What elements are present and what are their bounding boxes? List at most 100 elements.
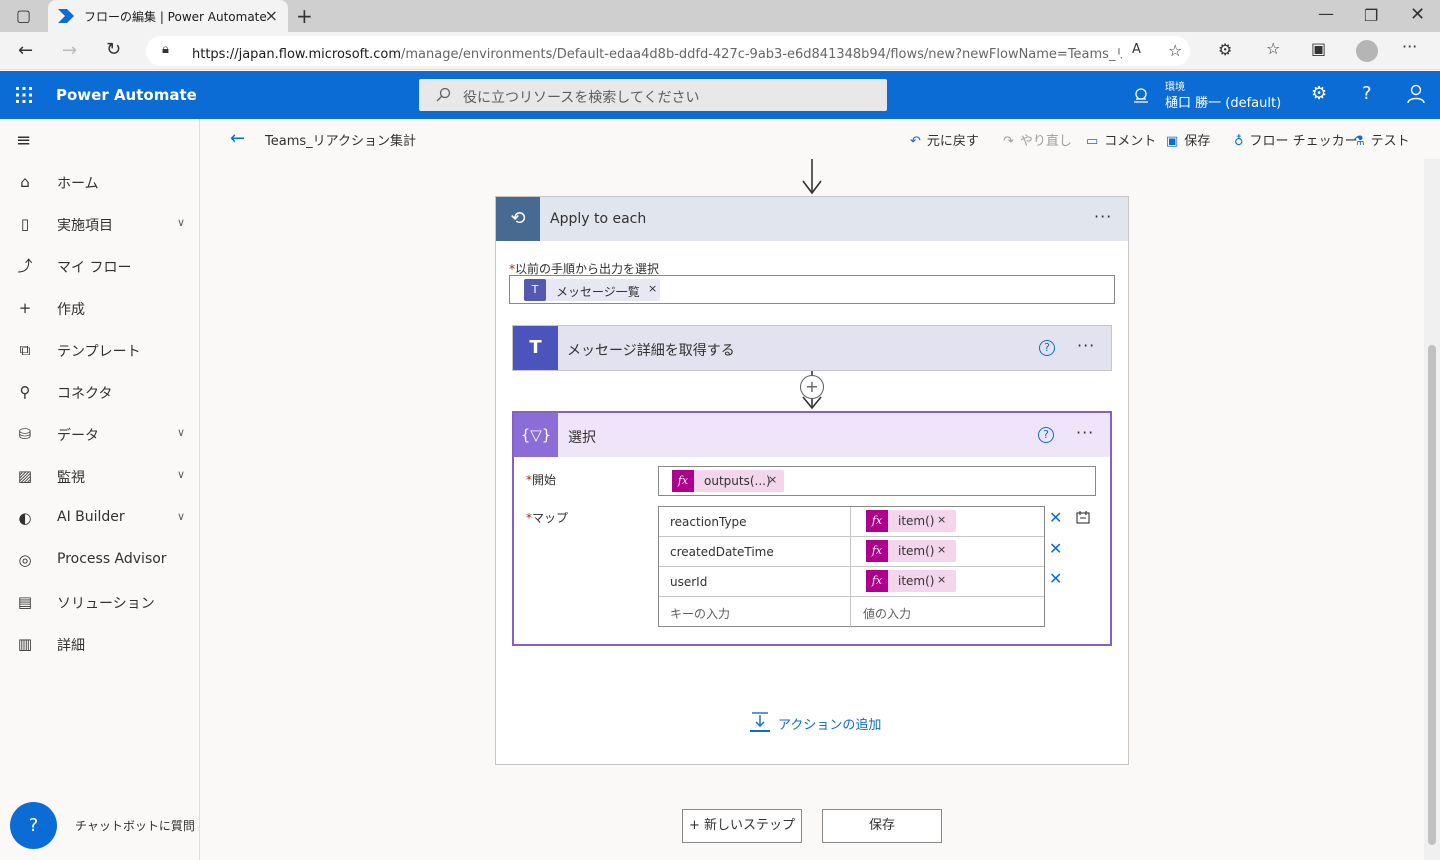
token-remove-icon[interactable]: ×	[937, 513, 946, 526]
teams-icon: T	[513, 326, 558, 370]
teams-action-card[interactable]: T メッセージ詳細を取得する ? ···	[512, 325, 1112, 371]
back-arrow-icon[interactable]: ←	[230, 128, 245, 149]
token-label: item()	[898, 574, 935, 588]
solution-icon: ▤	[17, 593, 33, 611]
restore-icon[interactable]: ❐	[1364, 6, 1378, 25]
scroll-thumb[interactable]	[1428, 345, 1436, 845]
more-icon[interactable]: ···	[1402, 37, 1417, 56]
nav-item-home[interactable]: ⌂ ホーム	[0, 161, 199, 203]
switch-to-text-mode-icon[interactable]	[1076, 510, 1090, 524]
window-close-icon[interactable]: ✕	[1410, 4, 1425, 25]
nav-item-action-items[interactable]: ▯ 実施項目 ∨	[0, 203, 199, 245]
canvas-scrollbar[interactable]	[1424, 159, 1440, 860]
flask-icon: ⚗	[1353, 134, 1365, 149]
nav-item-create[interactable]: + 作成	[0, 287, 199, 329]
save-button[interactable]: 保存	[822, 809, 942, 843]
map-key-placeholder: キーの入力	[670, 607, 731, 621]
map-key-input[interactable]: createdDateTime	[659, 537, 851, 567]
apply-to-each-header[interactable]: ⟲ Apply to each ···	[496, 197, 1128, 241]
chevron-down-icon[interactable]: ∨	[177, 468, 185, 481]
delete-row-icon[interactable]: ✕	[1049, 569, 1062, 588]
token-message-list[interactable]: T メッセージ一覧 ×	[524, 279, 660, 301]
chat-question-icon: ?	[28, 815, 39, 836]
token-item[interactable]: fx item() ×	[866, 510, 956, 532]
delete-row-icon[interactable]: ✕	[1049, 539, 1062, 558]
tab-close-icon[interactable]: ×	[265, 6, 278, 25]
map-key-input[interactable]: reactionType	[659, 507, 851, 537]
back-icon[interactable]: ←	[18, 40, 33, 61]
collections-icon[interactable]: ▣	[1311, 39, 1326, 58]
nav-item-learn[interactable]: ▥ 詳細	[0, 623, 199, 665]
map-value-placeholder[interactable]: 値の入力	[863, 605, 911, 622]
favorites-icon[interactable]: ☆	[1266, 39, 1280, 58]
undo-button[interactable]: ↶ 元に戻す	[910, 130, 979, 149]
token-remove-icon[interactable]: ×	[768, 473, 777, 486]
help-icon[interactable]: ?	[1362, 83, 1372, 104]
comment-label: コメント	[1104, 134, 1157, 149]
nav-item-ai-builder[interactable]: ◐ AI Builder ∨	[0, 497, 199, 539]
nav-item-monitor[interactable]: ▨ 監視 ∨	[0, 455, 199, 497]
search-input[interactable]: 役に立つリソースを検索してください	[419, 79, 887, 111]
nav-item-data[interactable]: ⛁ データ ∨	[0, 413, 199, 455]
token-item[interactable]: fx item() ×	[866, 540, 956, 562]
help-circle-icon[interactable]: ?	[1038, 427, 1054, 443]
token-remove-icon[interactable]: ×	[937, 543, 946, 556]
more-options-icon[interactable]: ···	[1076, 423, 1094, 442]
refresh-icon[interactable]: ↻	[106, 39, 121, 60]
app-launcher-icon[interactable]	[16, 87, 32, 103]
select-action-header[interactable]: {▽} 選択 ? ···	[514, 413, 1110, 457]
favorite-add-icon[interactable]: ☆	[1168, 41, 1182, 60]
more-options-icon[interactable]: ···	[1077, 336, 1095, 355]
help-circle-icon[interactable]: ?	[1039, 340, 1055, 356]
lock-icon[interactable]: 🔒︎	[162, 42, 169, 57]
more-options-icon[interactable]: ···	[1094, 207, 1112, 226]
from-input[interactable]: fx outputs(...) ×	[658, 466, 1096, 496]
map-key-input[interactable]: userId	[659, 567, 851, 597]
nav-item-connectors[interactable]: ⚲ コネクタ	[0, 371, 199, 413]
read-aloud-icon[interactable]: A	[1132, 42, 1141, 57]
new-tab-icon[interactable]: +	[296, 4, 313, 28]
tab-actions-icon[interactable]: ▢	[16, 6, 31, 25]
command-bar: ← Teams_リアクション集計 ↶ 元に戻す ↷ やり直し ▭ コメント ▣ 保存 ♁…	[200, 119, 1440, 159]
nav-label: 監視	[57, 470, 85, 486]
test-label: テスト	[1370, 134, 1410, 149]
profile-avatar[interactable]	[1356, 40, 1378, 62]
test-button[interactable]: ⚗ テスト	[1353, 130, 1410, 149]
hamburger-menu-icon[interactable]: ≡	[16, 130, 31, 151]
search-placeholder: 役に立つリソースを検索してください	[463, 90, 700, 106]
settings-gear-icon[interactable]: ⚙	[1311, 83, 1327, 104]
nav-item-templates[interactable]: ⧉ テンプレート	[0, 329, 199, 371]
token-remove-icon[interactable]: ×	[937, 573, 946, 586]
new-step-button[interactable]: + 新しいステップ	[682, 809, 802, 843]
chevron-down-icon[interactable]: ∨	[177, 426, 185, 439]
chatbot-button[interactable]: ?	[10, 802, 57, 849]
chevron-down-icon[interactable]: ∨	[177, 216, 185, 229]
map-key-input[interactable]: キーの入力	[659, 597, 851, 627]
environment-name[interactable]: 樋口 勝一 (default)	[1165, 92, 1281, 111]
flow-checker-button[interactable]: ♁ フロー チェッカー	[1234, 130, 1358, 149]
save-command-button[interactable]: ▣ 保存	[1166, 130, 1210, 149]
comment-button[interactable]: ▭ コメント	[1086, 130, 1156, 149]
app-name[interactable]: Power Automate	[56, 86, 197, 104]
delete-row-icon[interactable]: ✕	[1049, 508, 1062, 527]
browser-tab[interactable]: フローの編集 | Power Automate ×	[48, 0, 288, 32]
power-automate-logo-icon	[58, 9, 74, 23]
nav-item-solutions[interactable]: ▤ ソリューション	[0, 581, 199, 623]
chatbot-label[interactable]: チャットボットに質問	[75, 817, 195, 834]
url-field[interactable]: 🔒︎ https://japan.flow.microsoft.com/mana…	[146, 36, 1190, 66]
token-remove-icon[interactable]: ×	[648, 282, 657, 295]
environment-icon[interactable]	[1132, 87, 1150, 105]
token-item[interactable]: fx item() ×	[866, 570, 956, 592]
chevron-down-icon[interactable]: ∨	[177, 510, 185, 523]
nav-item-my-flows[interactable]: ⤴ マイ フロー	[0, 245, 199, 287]
forward-icon[interactable]: →	[62, 40, 77, 61]
token-outputs[interactable]: fx outputs(...) ×	[672, 470, 784, 492]
extensions-icon[interactable]: ⚙	[1218, 40, 1232, 59]
flow-name[interactable]: Teams_リアクション集計	[265, 130, 416, 149]
nav-item-process-advisor[interactable]: ◎ Process Advisor	[0, 539, 199, 581]
minimize-icon[interactable]: —	[1318, 4, 1334, 23]
fx-icon: fx	[866, 570, 888, 592]
output-select-input[interactable]: T メッセージ一覧 ×	[509, 275, 1115, 304]
redo-button[interactable]: ↷ やり直し	[1003, 130, 1072, 149]
account-icon[interactable]	[1406, 84, 1426, 104]
